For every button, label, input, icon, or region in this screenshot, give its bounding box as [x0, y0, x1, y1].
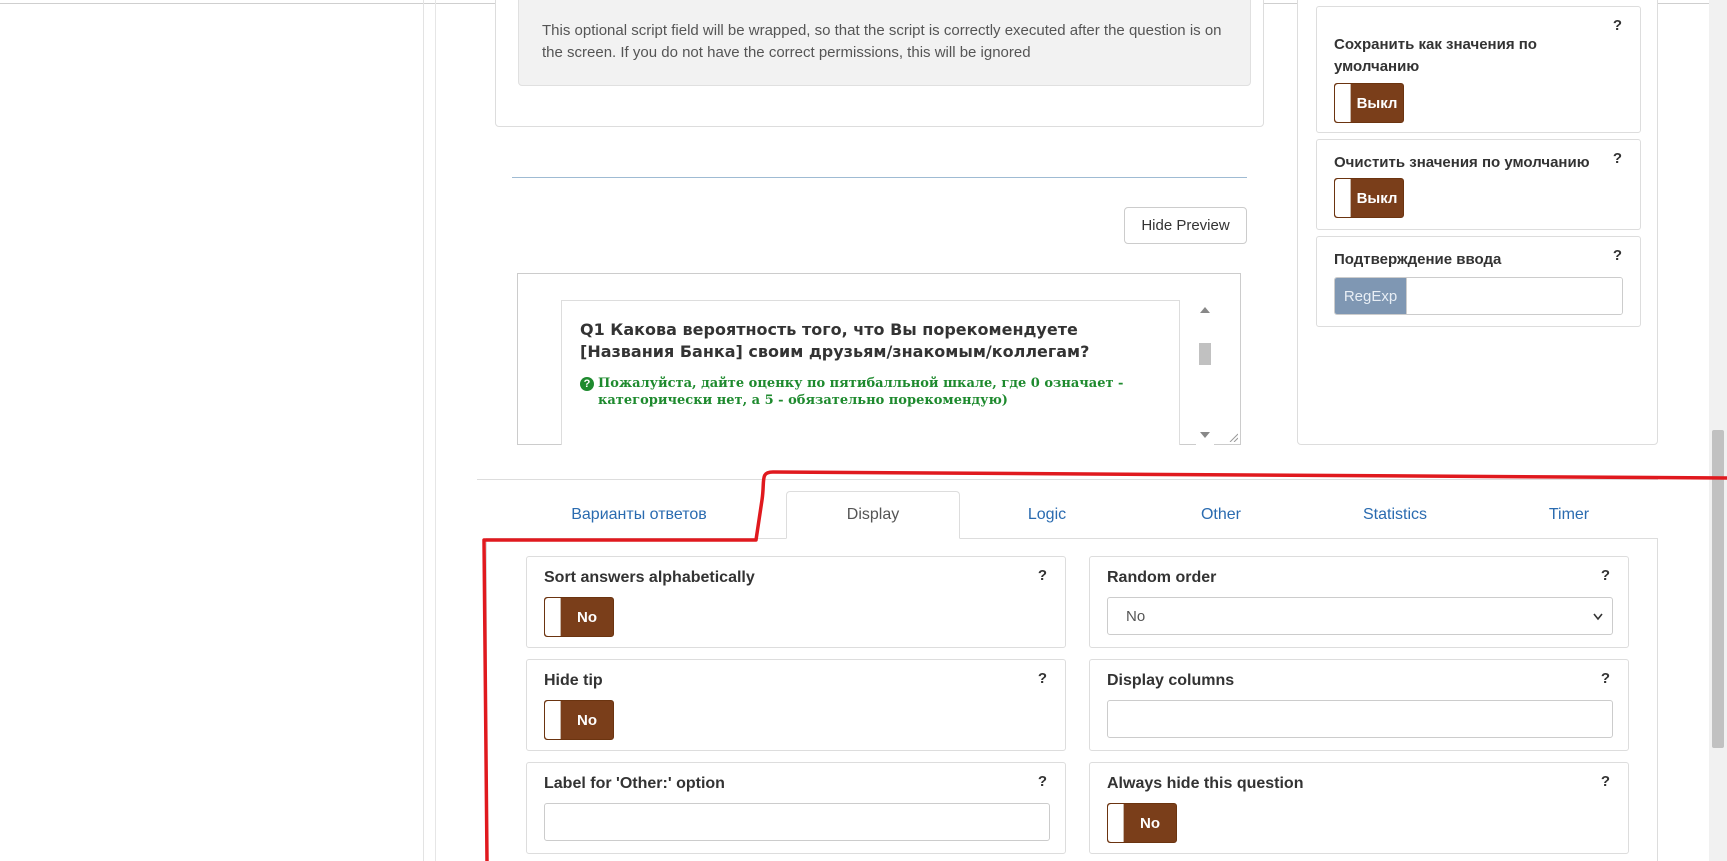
- clear-defaults-card: Очистить значения по умолчанию ? Выкл: [1316, 139, 1641, 230]
- left-sidebar-area: [0, 0, 424, 861]
- other-label-input[interactable]: [544, 803, 1050, 841]
- toggle-label: No: [577, 608, 597, 626]
- toggle-label: No: [1140, 814, 1160, 832]
- toggle-knob: [1108, 804, 1124, 842]
- random-order-card: Random order ? No: [1089, 556, 1629, 648]
- save-defaults-label: Сохранить как значения по умолчанию: [1334, 36, 1537, 75]
- input-validation-label: Подтверждение ввода: [1334, 251, 1502, 268]
- save-defaults-card: Сохранить как значения по умолчанию ? Вы…: [1316, 6, 1641, 133]
- hide-tip-toggle[interactable]: No: [544, 700, 614, 740]
- hide-tip-label: Hide tip: [544, 672, 603, 689]
- hide-preview-button[interactable]: Hide Preview: [1124, 207, 1247, 244]
- display-columns-card: Display columns ?: [1089, 659, 1629, 751]
- tabs-top-rule: [477, 479, 1658, 480]
- section-divider: [512, 177, 1247, 178]
- hide-tip-card: Hide tip ? No: [526, 659, 1066, 751]
- tab-logic[interactable]: Logic: [960, 491, 1134, 539]
- random-order-label: Random order: [1107, 569, 1217, 586]
- input-validation-help[interactable]: ?: [1613, 247, 1622, 264]
- sort-alpha-card: Sort answers alphabetically ? No: [526, 556, 1066, 648]
- script-help-text: This optional script field will be wrapp…: [518, 0, 1251, 86]
- tab-answer-options[interactable]: Варианты ответов: [552, 491, 726, 539]
- other-label-card: Label for 'Other:' option ?: [526, 762, 1066, 854]
- sort-alpha-help[interactable]: ?: [1038, 567, 1047, 584]
- clear-defaults-label: Очистить значения по умолчанию: [1334, 154, 1590, 171]
- input-validation-card: Подтверждение ввода ? RegExp: [1316, 236, 1641, 327]
- toggle-knob: [1335, 84, 1351, 122]
- chevron-down-icon: [1593, 613, 1603, 621]
- resize-grip-icon[interactable]: [1228, 432, 1238, 442]
- tab-display[interactable]: Display: [786, 491, 960, 539]
- tab-other[interactable]: Other: [1134, 491, 1308, 539]
- tab-statistics[interactable]: Statistics: [1308, 491, 1482, 539]
- always-hide-toggle[interactable]: No: [1107, 803, 1177, 843]
- question-preview-content: Q1 Какова вероятность того, что Вы порек…: [561, 300, 1180, 445]
- question-tip: ? Пожалуйста, дайте оценку по пятибалльн…: [580, 375, 1161, 409]
- sort-alpha-toggle[interactable]: No: [544, 597, 614, 637]
- question-tip-text: Пожалуйста, дайте оценку по пятибалльной…: [598, 376, 1124, 408]
- scroll-up-icon[interactable]: [1200, 307, 1210, 313]
- display-columns-label: Display columns: [1107, 672, 1235, 689]
- other-label-label: Label for 'Other:' option: [544, 775, 725, 792]
- always-hide-label: Always hide this question: [1107, 775, 1304, 792]
- column-divider: [435, 0, 436, 861]
- preview-scroll-thumb[interactable]: [1199, 343, 1211, 365]
- toggle-knob: [545, 598, 561, 636]
- question-title: Q1 Какова вероятность того, что Вы порек…: [580, 320, 1090, 361]
- preview-scrollbar[interactable]: [1196, 300, 1214, 445]
- save-defaults-toggle[interactable]: Выкл: [1334, 83, 1404, 123]
- question-circle-icon: ?: [580, 377, 594, 391]
- scroll-down-icon[interactable]: [1200, 432, 1210, 438]
- always-hide-help[interactable]: ?: [1601, 773, 1610, 790]
- regexp-addon-button[interactable]: RegExp: [1335, 278, 1406, 314]
- random-order-selected: No: [1126, 607, 1146, 625]
- save-defaults-help[interactable]: ?: [1613, 17, 1622, 34]
- toggle-label: Выкл: [1356, 189, 1398, 207]
- sort-alpha-label: Sort answers alphabetically: [544, 569, 755, 586]
- toggle-label: No: [577, 711, 597, 729]
- regexp-input[interactable]: [1406, 278, 1622, 314]
- page-scrollbar[interactable]: [1709, 0, 1727, 861]
- toggle-knob: [1335, 179, 1351, 217]
- display-columns-input[interactable]: [1107, 700, 1613, 738]
- regexp-input-group: RegExp: [1334, 277, 1623, 315]
- random-order-help[interactable]: ?: [1601, 567, 1610, 584]
- clear-defaults-help[interactable]: ?: [1613, 150, 1622, 167]
- question-preview-frame: Q1 Какова вероятность того, что Вы порек…: [517, 273, 1241, 445]
- toggle-knob: [545, 701, 561, 739]
- random-order-select[interactable]: No: [1107, 597, 1613, 635]
- hide-tip-help[interactable]: ?: [1038, 670, 1047, 687]
- toggle-label: Выкл: [1356, 94, 1398, 112]
- always-hide-card: Always hide this question ? No: [1089, 762, 1629, 854]
- clear-defaults-toggle[interactable]: Выкл: [1334, 178, 1404, 218]
- other-label-help[interactable]: ?: [1038, 773, 1047, 790]
- page-scroll-thumb[interactable]: [1712, 430, 1724, 748]
- display-columns-help[interactable]: ?: [1601, 670, 1610, 687]
- tab-timer[interactable]: Timer: [1482, 491, 1656, 539]
